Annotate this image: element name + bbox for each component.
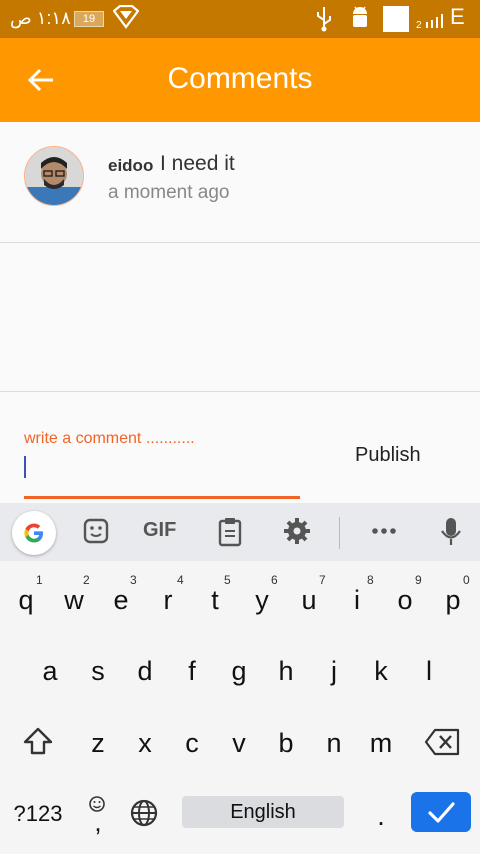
- key-m[interactable]: m: [361, 728, 401, 759]
- key-o[interactable]: o: [385, 585, 425, 616]
- comment-input-label: write a comment ...........: [24, 430, 195, 447]
- key-b[interactable]: b: [266, 728, 306, 759]
- key-hint: 9: [415, 573, 422, 587]
- key-r[interactable]: r: [148, 585, 188, 616]
- keyboard: q w e r t y u i o p 1 2 3 4 5 6 7 8 9 0 …: [0, 561, 480, 854]
- key-t[interactable]: t: [195, 585, 235, 616]
- usb-icon: [315, 6, 333, 37]
- key-g[interactable]: g: [219, 656, 259, 687]
- signal-label: 2: [416, 20, 422, 31]
- emoji-icon[interactable]: [88, 789, 106, 820]
- key-hint: 2: [83, 573, 90, 587]
- network-type: E: [450, 4, 465, 29]
- gif-button[interactable]: GIF: [143, 519, 176, 542]
- key-hint: 7: [319, 573, 326, 587]
- globe-icon[interactable]: [128, 798, 160, 835]
- toolbar-divider: [339, 517, 340, 549]
- key-hint: 8: [367, 573, 374, 587]
- key-x[interactable]: x: [125, 728, 165, 759]
- key-hint: 6: [271, 573, 278, 587]
- more-options-icon[interactable]: [370, 515, 398, 550]
- shift-icon[interactable]: [18, 725, 58, 764]
- key-hint: 4: [177, 573, 184, 587]
- key-q[interactable]: q: [6, 585, 46, 616]
- key-c[interactable]: c: [172, 728, 212, 759]
- key-p[interactable]: p: [433, 585, 473, 616]
- keyboard-toolbar: GIF: [0, 503, 480, 561]
- status-bar: ١:١٨ ص 19 2 E: [0, 0, 480, 38]
- key-y[interactable]: y: [242, 585, 282, 616]
- key-a[interactable]: a: [30, 656, 70, 687]
- app-bar: Comments: [0, 38, 480, 122]
- key-z[interactable]: z: [78, 728, 118, 759]
- key-d[interactable]: d: [125, 656, 165, 687]
- input-underline: [24, 496, 300, 499]
- key-f[interactable]: f: [172, 656, 212, 687]
- comment-author: eidoo: [108, 156, 154, 175]
- key-k[interactable]: k: [361, 656, 401, 687]
- status-time: ١:١٨ ص: [10, 8, 71, 28]
- checkmark-icon: [428, 802, 455, 823]
- google-icon[interactable]: [12, 511, 56, 555]
- key-hint: 5: [224, 573, 231, 587]
- key-hint: 0: [463, 573, 470, 587]
- key-s[interactable]: s: [78, 656, 118, 687]
- key-v[interactable]: v: [219, 728, 259, 759]
- wifi-icon: [112, 4, 140, 34]
- key-j[interactable]: j: [314, 656, 354, 687]
- microphone-icon[interactable]: [440, 517, 462, 554]
- key-l[interactable]: l: [409, 656, 449, 687]
- key-period[interactable]: .: [361, 801, 401, 832]
- key-e[interactable]: e: [101, 585, 141, 616]
- clipboard-icon[interactable]: [216, 517, 244, 554]
- comment-composer: write a comment ........... Publish: [0, 391, 480, 502]
- page-title: Comments: [167, 62, 313, 95]
- settings-gear-icon[interactable]: [283, 517, 311, 552]
- android-icon: [350, 6, 370, 35]
- key-h[interactable]: h: [266, 656, 306, 687]
- comment-text: I need it: [160, 152, 235, 175]
- battery-indicator: 19: [74, 11, 104, 27]
- key-hint: 1: [36, 573, 43, 587]
- comment-timestamp: a moment ago: [108, 182, 230, 203]
- comment-input[interactable]: [24, 456, 26, 478]
- notification-icon: [383, 6, 409, 32]
- key-hint: 3: [130, 573, 137, 587]
- backspace-icon[interactable]: [422, 727, 462, 764]
- enter-key[interactable]: [411, 792, 471, 832]
- symbols-key[interactable]: ?123: [10, 801, 66, 827]
- comment-item: eidoo I need it a moment ago: [0, 122, 480, 243]
- spacebar[interactable]: English: [182, 796, 344, 828]
- key-w[interactable]: w: [54, 585, 94, 616]
- avatar[interactable]: [24, 146, 84, 206]
- key-u[interactable]: u: [289, 585, 329, 616]
- signal-icon: 2: [416, 14, 448, 31]
- publish-button[interactable]: Publish: [355, 444, 421, 467]
- key-n[interactable]: n: [314, 728, 354, 759]
- sticker-icon[interactable]: [82, 517, 110, 552]
- key-i[interactable]: i: [337, 585, 377, 616]
